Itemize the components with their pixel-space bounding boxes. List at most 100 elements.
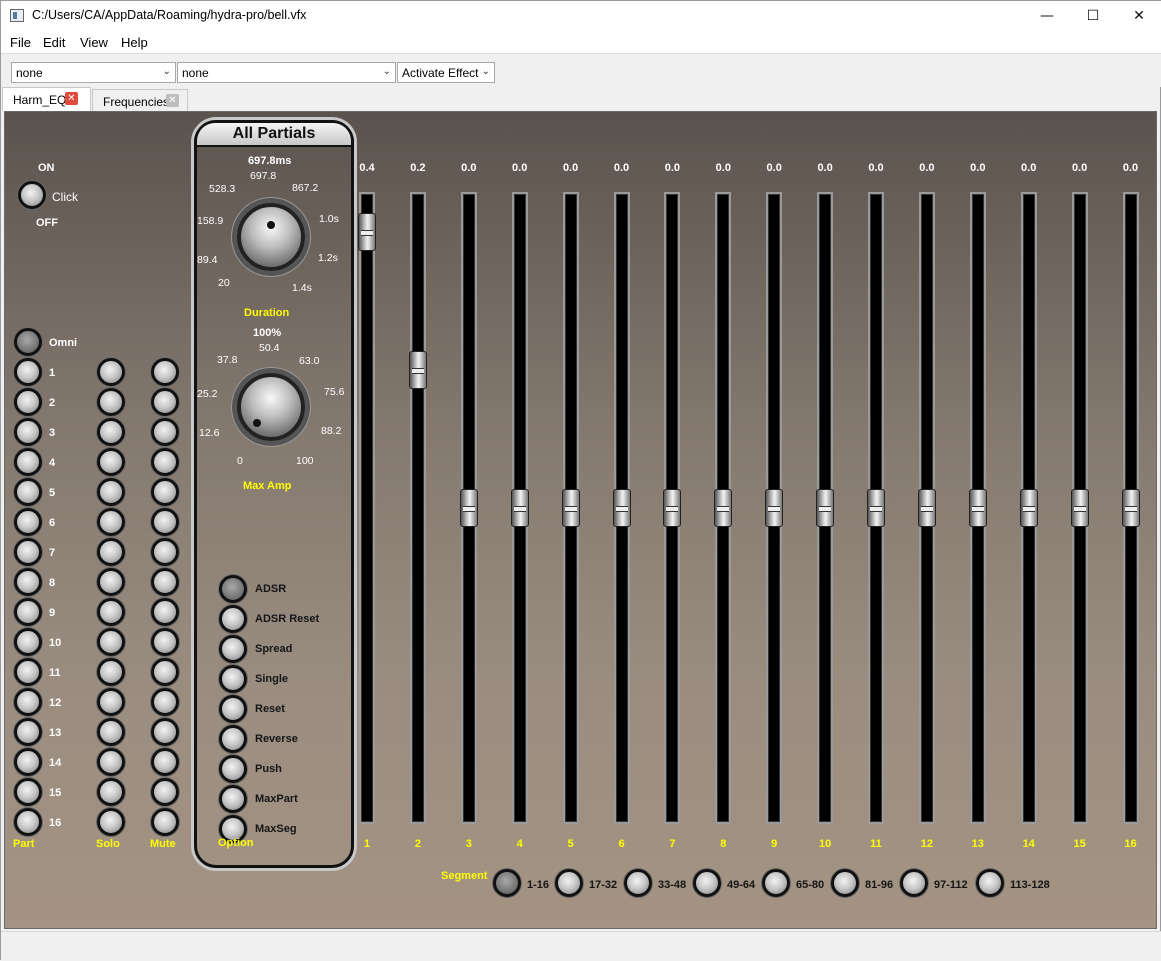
part-button-7[interactable] [14,538,42,566]
fader-thumb-11[interactable] [867,489,885,527]
solo-button-2[interactable] [97,388,125,416]
menu-edit[interactable]: Edit [43,35,65,50]
mute-button-14[interactable] [151,748,179,776]
part-button-10[interactable] [14,628,42,656]
fader-thumb-8[interactable] [714,489,733,527]
menu-view[interactable]: View [80,35,108,50]
fader-thumb-12[interactable] [917,489,936,527]
minimize-button[interactable]: — [1024,1,1070,31]
solo-button-13[interactable] [97,718,125,746]
fader-thumb-3[interactable] [459,489,478,527]
reverse-button[interactable] [219,725,247,753]
mute-button-4[interactable] [151,448,179,476]
part-button-5[interactable] [14,478,42,506]
segment-button-113-128[interactable] [976,869,1004,897]
solo-button-6[interactable] [97,508,125,536]
close-button[interactable]: ✕ [1116,1,1161,31]
part-button-8[interactable] [14,568,42,596]
mute-button-8[interactable] [151,568,179,596]
solo-button-14[interactable] [97,748,125,776]
effect-select-1[interactable]: none ⌄ [11,62,176,83]
part-button-1[interactable] [14,358,42,386]
solo-button-3[interactable] [97,418,125,446]
mute-button-11[interactable] [151,658,179,686]
fader-thumb-4[interactable] [510,489,529,527]
solo-button-8[interactable] [97,568,125,596]
maximize-button[interactable]: ☐ [1070,1,1116,31]
mute-button-3[interactable] [151,418,179,446]
segment-button-1-16[interactable] [493,869,521,897]
part-button-6[interactable] [14,508,42,536]
max-amp-knob[interactable] [237,373,305,441]
mute-button-10[interactable] [151,628,179,656]
fader-thumb-10[interactable] [816,489,835,527]
fader-track-1[interactable] [359,192,375,824]
segment-button-65-80[interactable] [762,869,790,897]
tab-frequencies[interactable]: Frequencies ✕ [92,89,188,111]
solo-button-9[interactable] [97,598,125,626]
solo-button-12[interactable] [97,688,125,716]
segment-button-49-64[interactable] [693,869,721,897]
menu-help[interactable]: Help [121,35,148,50]
omni-button[interactable] [14,328,42,356]
mute-button-1[interactable] [151,358,179,386]
fader-track-2[interactable] [409,192,426,824]
adsr-reset-button[interactable] [219,605,247,633]
solo-button-5[interactable] [97,478,125,506]
segment-button-33-48[interactable] [624,869,652,897]
solo-button-11[interactable] [97,658,125,686]
solo-button-1[interactable] [97,358,125,386]
mute-button-7[interactable] [151,538,179,566]
fader-thumb-7[interactable] [663,489,682,527]
fader-thumb-9[interactable] [765,489,784,527]
mute-button-2[interactable] [151,388,179,416]
solo-button-4[interactable] [97,448,125,476]
part-button-3[interactable] [14,418,42,446]
part-button-12[interactable] [14,688,42,716]
duration-knob[interactable] [237,203,305,271]
tab-harm-eq[interactable]: Harm_EQ ✕ [2,87,91,111]
fader-thumb-6[interactable] [612,489,631,527]
spread-button[interactable] [219,635,247,663]
segment-button-97-112[interactable] [900,869,928,897]
fader-thumb-16[interactable] [1121,489,1140,527]
part-button-15[interactable] [14,778,42,806]
part-button-2[interactable] [14,388,42,416]
mute-button-6[interactable] [151,508,179,536]
fader-thumb-14[interactable] [1019,489,1038,527]
part-button-14[interactable] [14,748,42,776]
fader-thumb-5[interactable] [561,489,580,527]
mute-button-13[interactable] [151,718,179,746]
on-off-toggle[interactable] [18,181,46,209]
solo-button-15[interactable] [97,778,125,806]
part-button-16[interactable] [14,808,42,836]
title-bar[interactable]: C:/Users/CA/AppData/Roaming/hydra-pro/be… [1,1,1161,31]
single-button[interactable] [219,665,247,693]
solo-button-10[interactable] [97,628,125,656]
part-button-4[interactable] [14,448,42,476]
mute-button-12[interactable] [151,688,179,716]
tab-close-icon[interactable]: ✕ [65,92,78,105]
menu-file[interactable]: File [10,35,31,50]
solo-button-7[interactable] [97,538,125,566]
fader-thumb-15[interactable] [1070,489,1089,527]
tab-close-icon[interactable]: ✕ [166,94,179,107]
fader-thumb-13[interactable] [968,489,987,527]
push-button[interactable] [219,755,247,783]
mute-button-16[interactable] [151,808,179,836]
mute-button-5[interactable] [151,478,179,506]
reset-button[interactable] [219,695,247,723]
fader-thumb-2[interactable] [408,351,427,389]
part-button-9[interactable] [14,598,42,626]
part-button-11[interactable] [14,658,42,686]
fader-thumb-1[interactable] [358,213,376,251]
mute-button-9[interactable] [151,598,179,626]
mute-button-15[interactable] [151,778,179,806]
activate-effect-select[interactable]: Activate Effect ⌄ [397,62,495,83]
adsr-button[interactable] [219,575,247,603]
segment-button-17-32[interactable] [555,869,583,897]
maxpart-button[interactable] [219,785,247,813]
segment-button-81-96[interactable] [831,869,859,897]
effect-select-2[interactable]: none ⌄ [177,62,396,83]
part-button-13[interactable] [14,718,42,746]
